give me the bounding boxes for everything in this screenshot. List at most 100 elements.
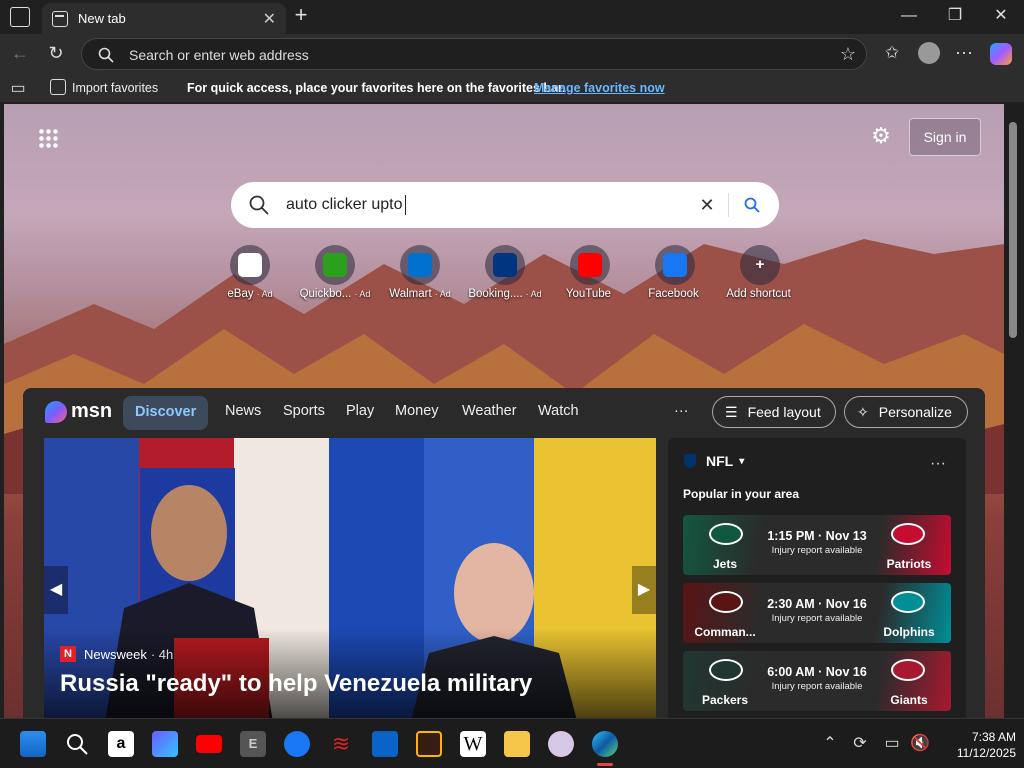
shortcut-name: eBay (227, 288, 254, 300)
close-tab-icon[interactable]: ✕ (263, 9, 276, 29)
msn-tab-watch[interactable]: Watch (538, 403, 579, 419)
away-team: Patriots (886, 557, 932, 571)
photos-app-icon[interactable] (548, 731, 574, 757)
red-app-icon[interactable]: ≋ (328, 731, 354, 757)
wikipedia-icon[interactable]: W (460, 731, 486, 757)
add-shortcut-icon: + (740, 245, 780, 285)
personalize-label: Personalize (878, 404, 952, 420)
tray-chevron-icon[interactable]: ⌃ (820, 734, 840, 754)
hero-headline[interactable]: Russia "ready" to help Venezuela militar… (60, 670, 532, 698)
shortcut-tile[interactable]: eBay · Ad (208, 245, 292, 300)
tab-actions-icon[interactable] (10, 7, 30, 27)
clock[interactable]: 7:38 AM 11/12/2025 (940, 729, 1016, 761)
favorites-icon[interactable]: ✩ (881, 43, 903, 63)
shortcut-tile[interactable]: Booking.... · Ad (463, 245, 547, 300)
display-icon[interactable]: ▭ (882, 734, 902, 754)
restore-icon[interactable]: ❐ (944, 6, 966, 26)
taskbar-search-icon[interactable] (66, 733, 88, 755)
msn-tab-play[interactable]: Play (346, 403, 374, 419)
msn-logo[interactable]: msn (45, 400, 112, 423)
apps-grid-icon[interactable] (38, 128, 58, 148)
back-icon[interactable]: ← (9, 43, 31, 63)
sidebar-toggle-icon[interactable]: ▭ (9, 79, 27, 99)
hero-next-arrow[interactable]: ▶ (632, 566, 656, 614)
new-tab-page: ⚙ Sign in auto clicker upto ✕ eBay · Ad Qu… (4, 104, 1004, 718)
facebook-app-icon[interactable] (284, 731, 310, 757)
scrollbar-thumb[interactable] (1009, 122, 1017, 338)
more-options-icon[interactable]: ··· (953, 42, 975, 62)
msn-tab-money[interactable]: Money (395, 403, 439, 419)
outlook-icon[interactable] (372, 731, 398, 757)
msn-tab-news[interactable]: News (225, 403, 261, 419)
app-e-icon[interactable]: E (240, 731, 266, 757)
shortcut-label: Add shortcut (718, 288, 802, 300)
shortcut-tile[interactable]: YouTube (548, 245, 632, 300)
refresh-icon[interactable]: ↻ (45, 43, 67, 63)
amazon-icon[interactable]: a (108, 731, 134, 757)
msn-tab-sports[interactable]: Sports (283, 403, 325, 419)
feed-layout-button[interactable]: ☰ Feed layout (712, 396, 836, 428)
tab-new-tab[interactable]: New tab ✕ (42, 3, 286, 34)
nfl-more-icon[interactable]: ··· (928, 454, 948, 474)
shortcut-icon (655, 245, 695, 285)
new-tab-icon[interactable]: + (290, 4, 312, 26)
nfl-subtitle: Popular in your area (683, 487, 800, 501)
ad-label: · Ad (256, 289, 273, 299)
youtube-icon[interactable] (196, 735, 222, 753)
copilot-icon[interactable] (990, 43, 1012, 65)
page-scrollbar[interactable] (1004, 104, 1024, 718)
file-explorer-icon[interactable] (504, 731, 530, 757)
minimize-icon[interactable]: — (898, 6, 920, 26)
msn-tab-weather[interactable]: Weather (462, 403, 517, 419)
import-favorites-icon[interactable] (50, 79, 66, 95)
game-time: 2:30 AM · Nov 16 (767, 597, 867, 611)
address-bar[interactable]: Search or enter web address ☆ (81, 38, 867, 70)
favorite-star-icon[interactable]: ☆ (838, 44, 858, 64)
ups-icon[interactable] (416, 731, 442, 757)
sign-in-button[interactable]: Sign in (909, 118, 981, 156)
msn-tab-discover[interactable]: Discover (123, 396, 209, 430)
mute-icon[interactable]: 🔇 (910, 734, 930, 754)
nfl-shield-icon (684, 454, 696, 468)
nfl-header[interactable]: NFL ▾ (684, 453, 744, 469)
favbar-message: For quick access, place your favorites h… (187, 81, 566, 95)
shortcut-label: YouTube (548, 288, 632, 300)
shortcut-tile[interactable]: Walmart · Ad (378, 245, 462, 300)
search-submit-icon[interactable] (744, 197, 760, 213)
personalize-button[interactable]: ✧ Personalize (844, 396, 968, 428)
manage-favorites-link[interactable]: Manage favorites now (534, 81, 665, 95)
shortcut-tile[interactable]: Facebook (633, 245, 717, 300)
shortcut-name: YouTube (565, 288, 612, 300)
import-favorites-link[interactable]: Import favorites (72, 81, 158, 95)
settings-gear-icon[interactable]: ⚙ (869, 125, 893, 147)
profile-avatar[interactable] (918, 42, 940, 64)
clock-time: 7:38 AM (971, 730, 1016, 744)
newsweek-icon: N (60, 646, 76, 662)
edge-icon[interactable] (592, 731, 618, 757)
sync-icon[interactable]: ⟳ (850, 734, 870, 754)
hero-prev-arrow[interactable]: ◀ (44, 566, 68, 614)
address-placeholder: Search or enter web address (129, 47, 309, 63)
msn-more-icon[interactable]: ··· (674, 403, 689, 419)
shortcut-logo (408, 253, 432, 277)
msn-feed: msn Discover News Sports Play Money Weather Wa… (23, 388, 985, 718)
shortcut-tile[interactable]: + Add shortcut (718, 245, 802, 300)
hero-story[interactable]: ◀ ▶ N Newsweek · 4h Russia "ready" to he… (44, 438, 656, 718)
nfl-title: NFL (706, 453, 734, 469)
search-query[interactable]: auto clicker upto (286, 196, 403, 214)
web-search-box[interactable]: auto clicker upto ✕ (231, 182, 779, 228)
nfl-game-card[interactable]: 1:15 PM · Nov 13 Injury report available J… (683, 515, 951, 575)
windows-start-icon[interactable] (20, 731, 46, 757)
nfl-game-card[interactable]: 2:30 AM · Nov 16 Injury report available C… (683, 583, 951, 643)
clear-search-icon[interactable]: ✕ (697, 195, 717, 215)
injury-note: Injury report available (771, 681, 863, 692)
hero-source: N Newsweek · 4h (60, 646, 173, 662)
nfl-game-card[interactable]: 6:00 AM · Nov 16 Injury report available P… (683, 651, 951, 711)
sparkle-icon: ✧ (857, 403, 869, 420)
close-window-icon[interactable]: ✕ (990, 6, 1012, 26)
edge-active-indicator (597, 763, 613, 766)
shortcut-tile[interactable]: Quickbo... · Ad (293, 245, 377, 300)
shortcut-name: Quickbo... (299, 288, 352, 300)
copilot-app-icon[interactable] (152, 731, 178, 757)
shortcut-label: Quickbo... · Ad (293, 288, 377, 300)
